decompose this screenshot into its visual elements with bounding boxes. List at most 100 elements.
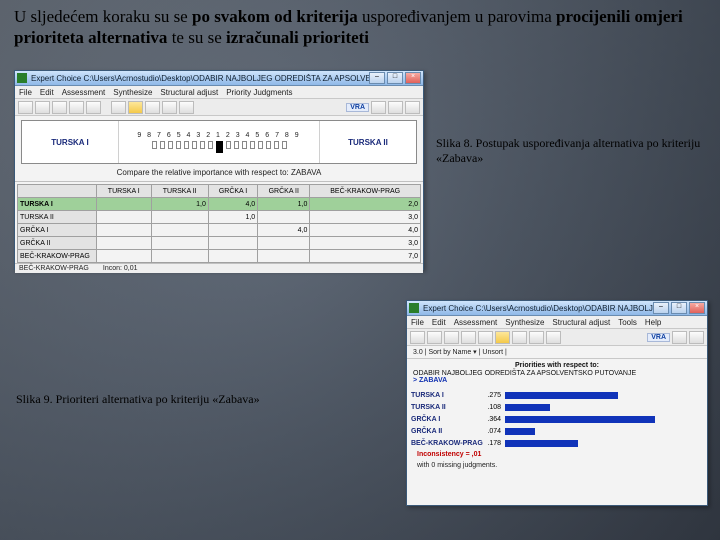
priority-bar xyxy=(505,428,535,435)
menu-item[interactable]: Help xyxy=(645,318,661,327)
toolbar-button[interactable] xyxy=(461,331,476,344)
cell[interactable]: 3,0 xyxy=(310,211,421,224)
cell[interactable] xyxy=(97,198,152,211)
toolbar-button[interactable] xyxy=(111,101,126,114)
toolbar-button[interactable] xyxy=(179,101,194,114)
cell[interactable]: 7,0 xyxy=(310,250,421,263)
cell[interactable] xyxy=(151,224,208,237)
priority-value: .074 xyxy=(477,428,501,435)
table-header-row: TURSKA I TURSKA II GRČKA I GRČKA II BEČ-… xyxy=(18,185,421,198)
cell[interactable] xyxy=(151,211,208,224)
th: GRČKA II xyxy=(258,185,310,198)
menu-item[interactable]: Structural adjust xyxy=(160,88,218,97)
status-left: BEČ-KRAKOW-PRAG xyxy=(19,265,89,272)
toolbar-badge: VRA xyxy=(647,333,670,342)
row-label: TURSKA II xyxy=(18,211,97,224)
scale-ticks[interactable] xyxy=(152,141,287,153)
titlebar: Expert Choice C:\Users\Acrnostudio\Deskt… xyxy=(407,301,707,316)
priority-bar xyxy=(505,416,655,423)
cell[interactable]: 1,0 xyxy=(151,198,208,211)
toolbar-button[interactable] xyxy=(371,101,386,114)
toolbar-button[interactable] xyxy=(427,331,442,344)
cell[interactable]: 4,0 xyxy=(310,224,421,237)
heading-b1: po svakom od kriterija xyxy=(192,7,358,26)
toolbar-button[interactable] xyxy=(495,331,510,344)
cell[interactable] xyxy=(208,250,257,263)
maximize-button[interactable]: □ xyxy=(387,72,403,84)
close-button[interactable]: × xyxy=(405,72,421,84)
toolbar-button[interactable] xyxy=(546,331,561,344)
toolbar-button[interactable] xyxy=(689,331,704,344)
toolbar-button[interactable] xyxy=(162,101,177,114)
menu-item[interactable]: Synthesize xyxy=(505,318,544,327)
priority-value: .275 xyxy=(477,392,501,399)
menu-item[interactable]: Synthesize xyxy=(113,88,152,97)
caption-figure-9: Slika 9. Prioriteri alternativa po krite… xyxy=(16,392,356,407)
menu-item[interactable]: Tools xyxy=(618,318,637,327)
toolbar-badge: VRA xyxy=(346,103,369,112)
toolbar-button[interactable] xyxy=(388,101,403,114)
th: TURSKA I xyxy=(97,185,152,198)
cell[interactable]: 1,0 xyxy=(208,211,257,224)
cell[interactable] xyxy=(258,237,310,250)
priorities-header: Priorities with respect to: xyxy=(407,359,707,370)
maximize-button[interactable]: □ xyxy=(671,302,687,314)
cell[interactable] xyxy=(97,250,152,263)
menu-item[interactable]: Assessment xyxy=(454,318,498,327)
cell[interactable]: 4,0 xyxy=(258,224,310,237)
toolbar-button[interactable] xyxy=(672,331,687,344)
toolbar-button[interactable] xyxy=(18,101,33,114)
slide: U sljedećem koraku su se po svakom od kr… xyxy=(0,0,720,540)
cell[interactable]: 1,0 xyxy=(258,198,310,211)
cell[interactable] xyxy=(208,224,257,237)
cell[interactable] xyxy=(97,211,152,224)
menu-item[interactable]: Edit xyxy=(40,88,54,97)
cell[interactable]: 4,0 xyxy=(208,198,257,211)
toolbar-button[interactable] xyxy=(478,331,493,344)
toolbar-button[interactable] xyxy=(512,331,527,344)
cell[interactable] xyxy=(97,224,152,237)
priority-row: GRČKA I.364 xyxy=(411,413,703,425)
toolbar-button[interactable] xyxy=(52,101,67,114)
toolbar-button[interactable] xyxy=(128,101,143,114)
menu-item[interactable]: Assessment xyxy=(62,88,106,97)
cell[interactable] xyxy=(258,211,310,224)
toolbar-button[interactable] xyxy=(410,331,425,344)
cell[interactable] xyxy=(208,237,257,250)
cell[interactable] xyxy=(151,237,208,250)
toolbar-button[interactable] xyxy=(529,331,544,344)
menu-item[interactable]: Priority Judgments xyxy=(226,88,292,97)
pair-right-label: TURSKA II xyxy=(319,121,416,163)
toolbar-button[interactable] xyxy=(35,101,50,114)
row-label: TURSKA I xyxy=(18,198,97,211)
minimize-button[interactable]: – xyxy=(369,72,385,84)
priority-row: TURSKA I.275 xyxy=(411,389,703,401)
alternative-name: GRČKA II xyxy=(411,428,473,435)
cell[interactable] xyxy=(258,250,310,263)
comparison-table: TURSKA I TURSKA II GRČKA I GRČKA II BEČ-… xyxy=(17,184,421,263)
cell[interactable] xyxy=(151,250,208,263)
status-right: Incon: 0,01 xyxy=(103,265,138,272)
sort-controls[interactable]: 3.0 | Sort by Name ▾ | Unsort | xyxy=(413,349,507,356)
selected-tick[interactable] xyxy=(216,141,223,153)
menu-item[interactable]: Edit xyxy=(432,318,446,327)
pair-left-label: TURSKA I xyxy=(22,121,119,163)
menu-item[interactable]: Structural adjust xyxy=(552,318,610,327)
window-title: Expert Choice C:\Users\Acrnostudio\Deskt… xyxy=(31,74,369,83)
figure-9-window: Expert Choice C:\Users\Acrnostudio\Deskt… xyxy=(406,300,708,506)
cell[interactable]: 2,0 xyxy=(310,198,421,211)
toolbar-button[interactable] xyxy=(405,101,420,114)
pair-scale: 9 8 7 6 5 4 3 2 1 2 3 4 5 6 7 8 9 xyxy=(119,121,319,163)
menu-item[interactable]: File xyxy=(411,318,424,327)
toolbar-button[interactable] xyxy=(86,101,101,114)
menu-item[interactable]: File xyxy=(19,88,32,97)
th: TURSKA II xyxy=(151,185,208,198)
minimize-button[interactable]: – xyxy=(653,302,669,314)
toolbar-button[interactable] xyxy=(444,331,459,344)
cell[interactable] xyxy=(97,237,152,250)
close-button[interactable]: × xyxy=(689,302,705,314)
toolbar-button[interactable] xyxy=(145,101,160,114)
cell[interactable]: 3,0 xyxy=(310,237,421,250)
titlebar: Expert Choice C:\Users\Acrnostudio\Deskt… xyxy=(15,71,423,86)
toolbar-button[interactable] xyxy=(69,101,84,114)
